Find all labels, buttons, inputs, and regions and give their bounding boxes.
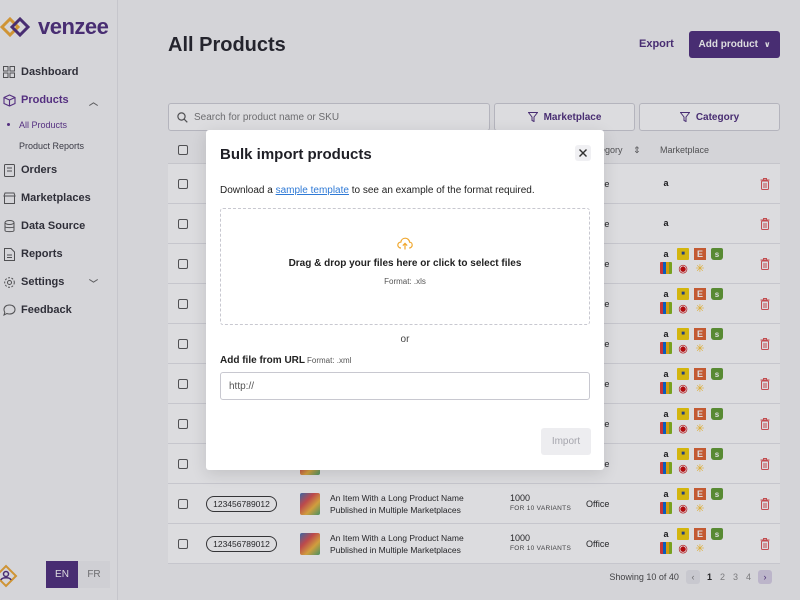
url-field-format: Format: .xml xyxy=(307,356,352,365)
close-icon xyxy=(579,149,587,157)
download-template-text: Download a sample template to see an exa… xyxy=(220,185,535,196)
file-dropzone[interactable]: Drag & drop your files here or click to … xyxy=(220,208,590,325)
download-prefix: Download a xyxy=(220,185,276,196)
url-input[interactable] xyxy=(220,372,590,400)
import-button[interactable]: Import xyxy=(541,428,591,455)
download-suffix: to see an example of the format required… xyxy=(348,185,535,196)
url-field-label: Add file from URL xyxy=(220,355,305,366)
cloud-upload-icon xyxy=(397,237,413,250)
or-separator: or xyxy=(400,334,410,345)
sample-template-link[interactable]: sample template xyxy=(276,185,349,196)
dropzone-instructions: Drag & drop your files here or click to … xyxy=(288,258,522,269)
dropzone-format: Format: .xls xyxy=(384,277,426,286)
close-button[interactable] xyxy=(575,145,591,161)
bulk-import-modal: Bulk import products Download a sample t… xyxy=(206,130,604,470)
modal-title: Bulk import products xyxy=(220,146,372,163)
